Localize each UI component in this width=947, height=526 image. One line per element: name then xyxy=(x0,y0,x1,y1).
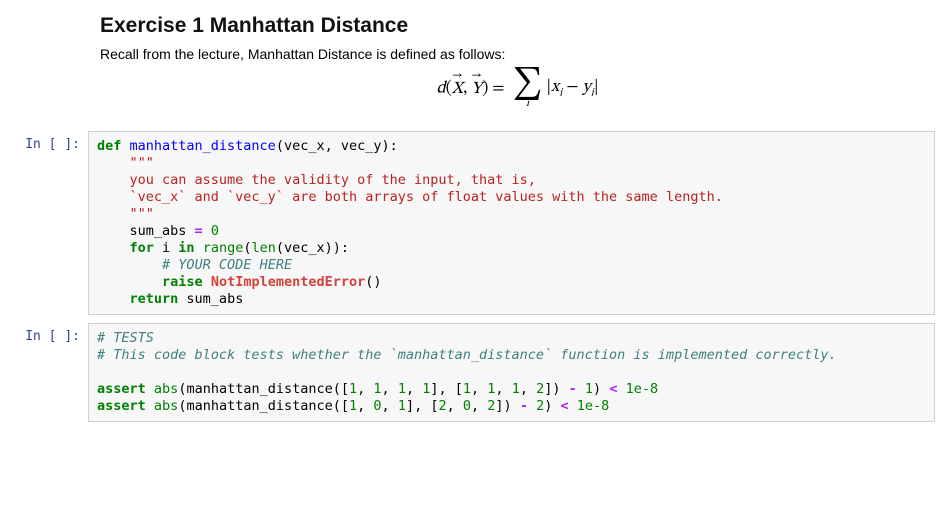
markdown-cell: Exercise 1 Manhattan Distance Recall fro… xyxy=(0,14,947,109)
formula: d(→X, →Y) = ∑i |xi − yi| xyxy=(100,68,935,109)
exercise-heading: Exercise 1 Manhattan Distance xyxy=(100,14,935,38)
input-prompt: In [ ]: xyxy=(0,131,88,315)
formula-vec-y: →Y xyxy=(471,81,482,98)
formula-term: |xi − yi| xyxy=(547,79,599,98)
formula-sum: ∑i xyxy=(513,68,543,109)
intro-text: Recall from the lecture, Manhattan Dista… xyxy=(100,46,935,62)
formula-vec-x: →X xyxy=(452,81,463,98)
code-input-0[interactable]: def manhattan_distance(vec_x, vec_y): ""… xyxy=(88,131,935,315)
code-cell-1: In [ ]: # TESTS # This code block tests … xyxy=(0,319,947,426)
code-cell-0: In [ ]: def manhattan_distance(vec_x, ve… xyxy=(0,127,947,319)
input-prompt: In [ ]: xyxy=(0,323,88,422)
notebook: Exercise 1 Manhattan Distance Recall fro… xyxy=(0,14,947,426)
code-input-1[interactable]: # TESTS # This code block tests whether … xyxy=(88,323,935,422)
formula-func: d xyxy=(437,81,446,98)
